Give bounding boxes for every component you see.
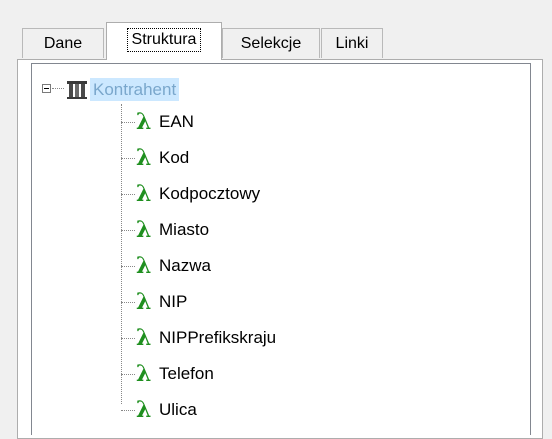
tree-item-label: Miasto xyxy=(159,220,210,239)
tab-strip: Dane Struktura Selekcje Linki xyxy=(22,20,542,60)
tree-item[interactable]: λ NIP xyxy=(32,288,530,316)
table-icon xyxy=(67,81,87,99)
tree-item-label: EAN xyxy=(159,112,194,131)
tree-item-label: NIPPrefikskraju xyxy=(159,328,277,347)
collapse-toggle-icon[interactable] xyxy=(42,84,51,93)
tree-item[interactable]: λ NIPPrefikskraju xyxy=(32,324,530,352)
tree-item[interactable]: λ Telefon xyxy=(32,360,530,388)
tab-label: Linki xyxy=(335,34,369,52)
tree-item-label: Kodpocztowy xyxy=(159,184,261,203)
lambda-icon: λ xyxy=(136,289,152,315)
tab-struktura[interactable]: Struktura xyxy=(106,22,222,60)
tree-connector xyxy=(121,122,135,123)
tree-connector xyxy=(121,158,135,159)
lambda-icon: λ xyxy=(136,361,152,387)
lambda-icon: λ xyxy=(136,181,152,207)
tab-dane[interactable]: Dane xyxy=(22,28,104,58)
tree-connector xyxy=(121,302,135,303)
tree-item[interactable]: λ Kod xyxy=(32,144,530,172)
lambda-icon: λ xyxy=(136,325,152,351)
tree-item[interactable]: λ Ulica xyxy=(32,396,530,424)
tree-connector xyxy=(121,266,135,267)
tab-panel: Kontrahent λ EAN λ Kod λ Kodpocztowy λ M… xyxy=(17,59,543,439)
tree-connector xyxy=(52,88,64,89)
tab-label: Struktura xyxy=(126,27,202,52)
tree-item[interactable]: λ Kodpocztowy xyxy=(32,180,530,208)
tree-item-label: Telefon xyxy=(159,364,214,383)
tree-item-label: Kod xyxy=(159,148,190,167)
tab-label: Selekcje xyxy=(240,34,302,52)
tree-root-row[interactable]: Kontrahent xyxy=(32,76,530,104)
tree-item-label: Nazwa xyxy=(159,256,211,275)
tree-connector xyxy=(121,194,135,195)
tree-connector xyxy=(121,230,135,231)
tree-connector xyxy=(121,410,135,411)
tab-selekcje[interactable]: Selekcje xyxy=(222,28,320,58)
lambda-icon: λ xyxy=(136,145,152,171)
tree-connector xyxy=(121,338,135,339)
lambda-icon: λ xyxy=(136,397,152,423)
lambda-icon: λ xyxy=(136,217,152,243)
tree-item-label: NIP xyxy=(159,292,188,311)
structure-tree[interactable]: Kontrahent λ EAN λ Kod λ Kodpocztowy λ M… xyxy=(31,63,531,435)
window: Dane Struktura Selekcje Linki Kontrahent… xyxy=(0,0,552,439)
tab-linki[interactable]: Linki xyxy=(321,28,383,58)
tree-item[interactable]: λ EAN xyxy=(32,108,530,136)
tree-item-label: Ulica xyxy=(159,400,197,419)
tree-root-label[interactable]: Kontrahent xyxy=(90,78,180,101)
lambda-icon: λ xyxy=(136,109,152,135)
tree-item[interactable]: λ Miasto xyxy=(32,216,530,244)
lambda-icon: λ xyxy=(136,253,152,279)
tree-connector xyxy=(121,374,135,375)
tree-item[interactable]: λ Nazwa xyxy=(32,252,530,280)
tab-label: Dane xyxy=(43,34,83,52)
